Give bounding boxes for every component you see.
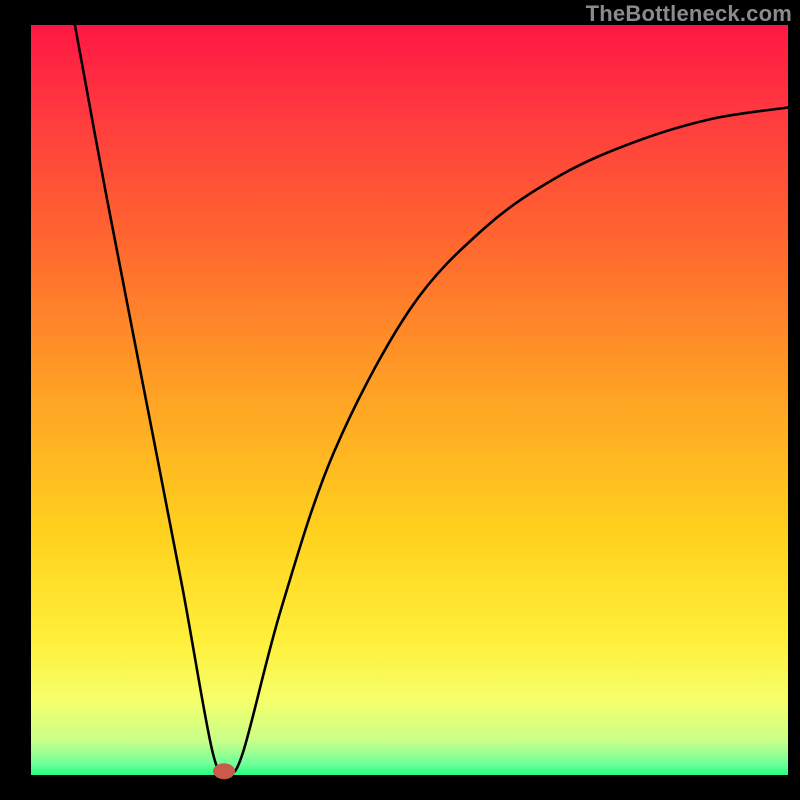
plot-area: [31, 25, 788, 775]
optimal-point-marker: [213, 763, 235, 779]
watermark-text: TheBottleneck.com: [586, 1, 792, 27]
chart-svg: [0, 0, 800, 800]
